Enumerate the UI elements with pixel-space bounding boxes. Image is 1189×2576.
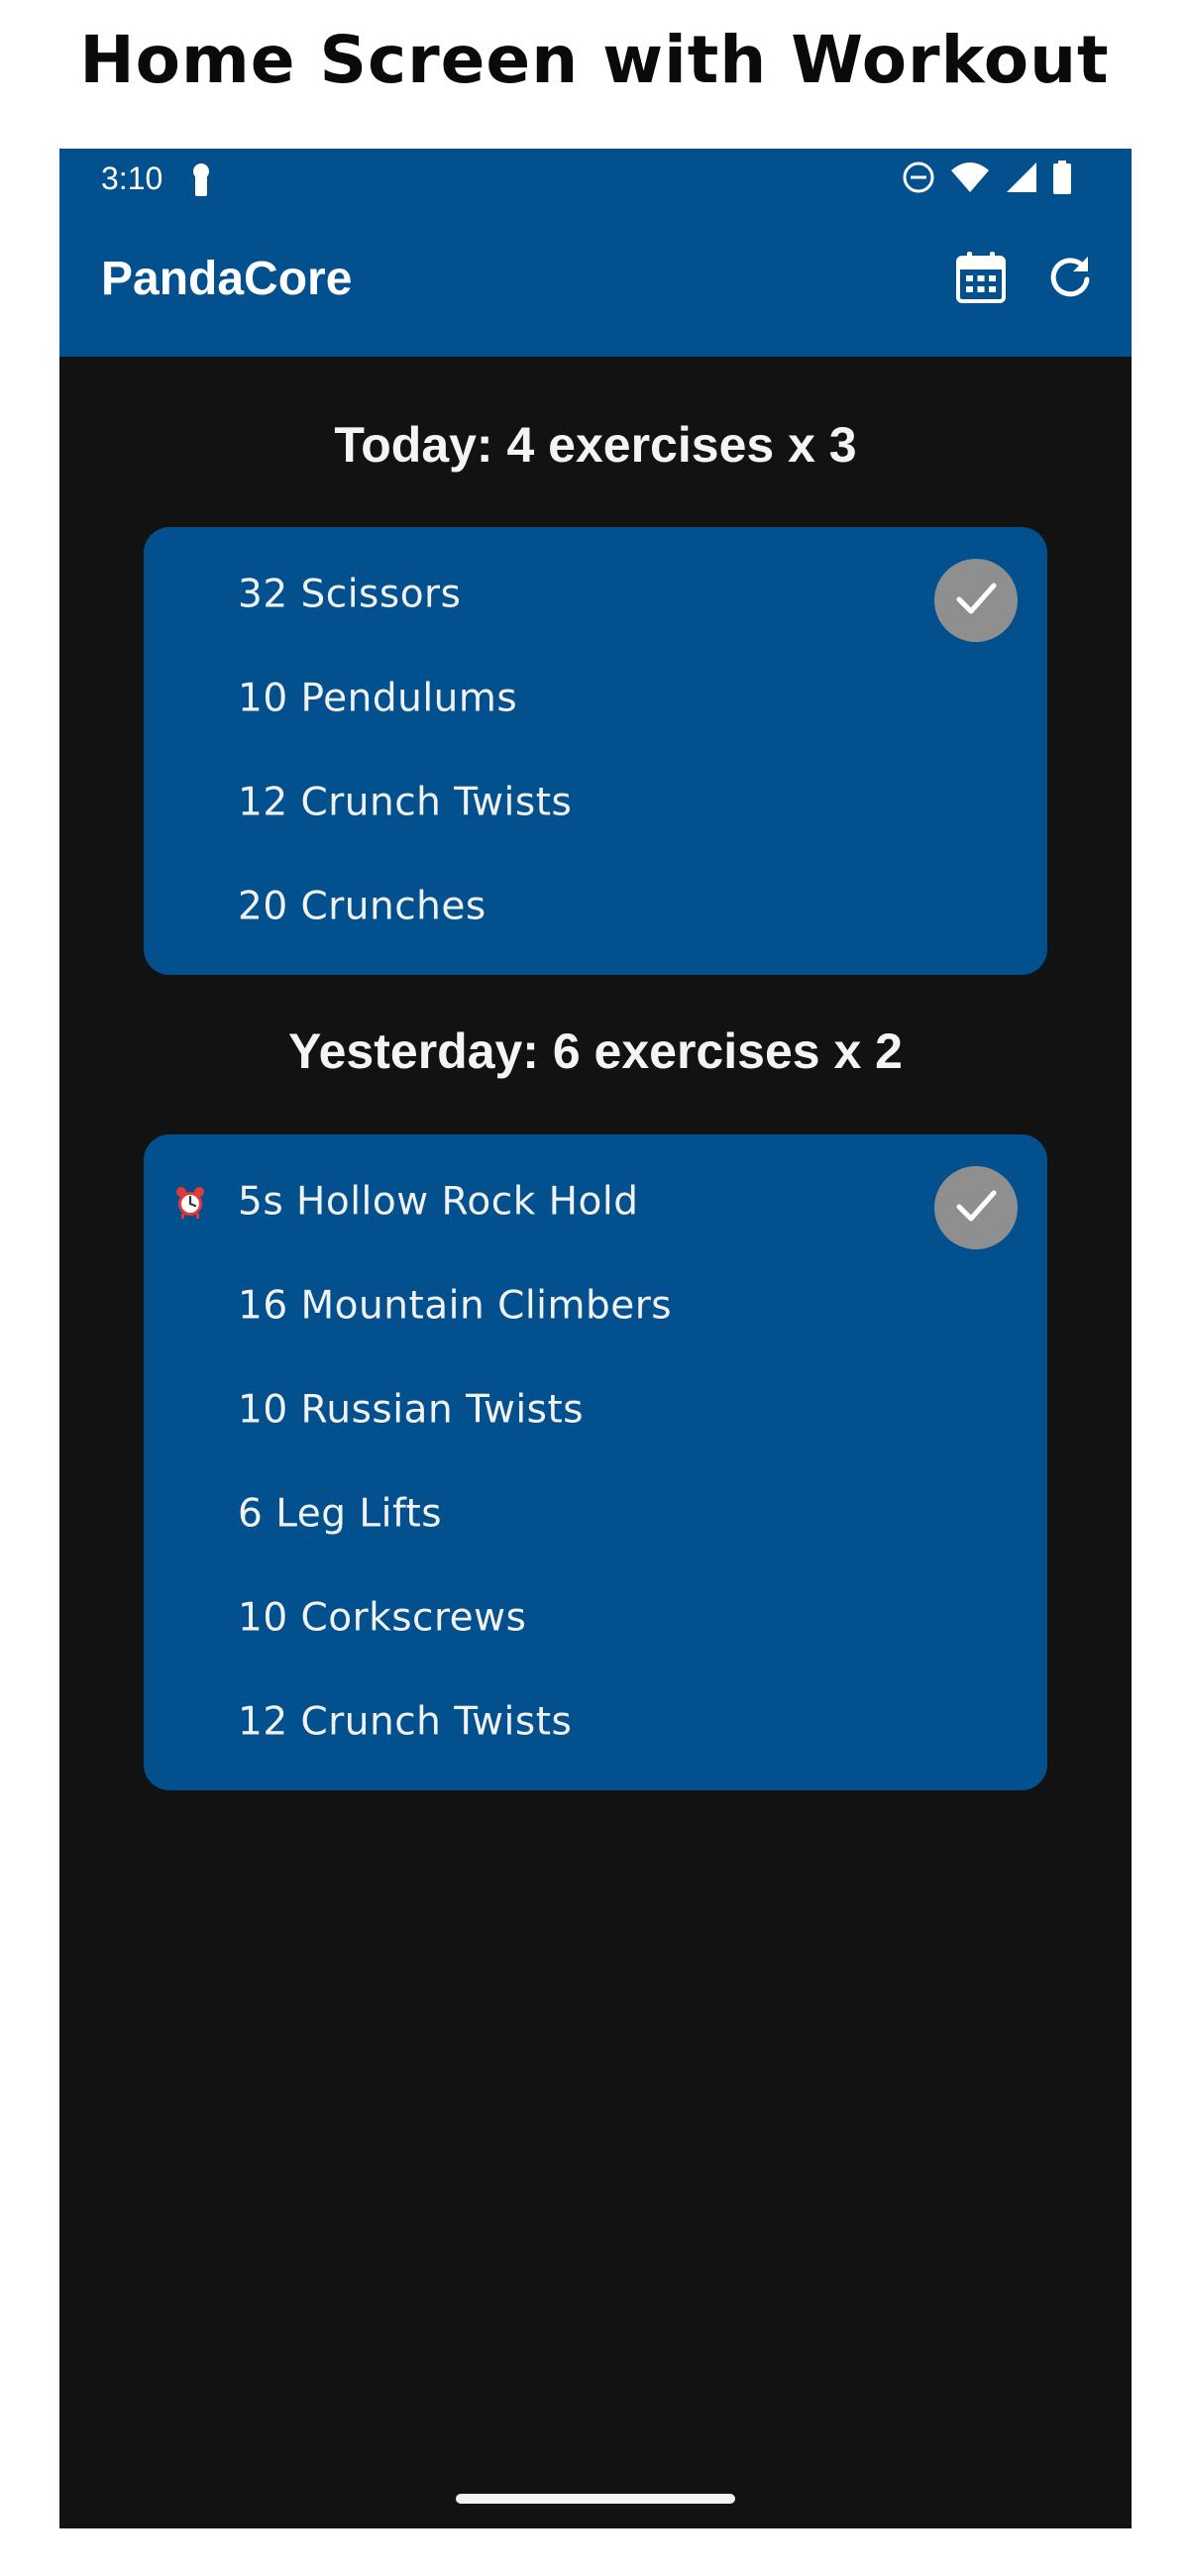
complete-button[interactable] [934,1166,1018,1249]
lock-icon [190,162,212,200]
calendar-icon [955,251,1007,308]
exercise-label: 6 Leg Lifts [238,1491,443,1536]
app-bar: 3:10 PandaCore [59,149,1132,357]
alarm-clock-icon [173,1185,207,1219]
exercise-label: 10 Russian Twists [238,1387,585,1432]
yesterday-workout-card[interactable]: 5s Hollow Rock Hold 16 Mountain Climbers… [144,1134,1047,1790]
wifi-icon [949,161,991,198]
exercise-label: 10 Corkscrews [238,1595,527,1640]
status-time: 3:10 [101,161,163,196]
do-not-disturb-icon [902,161,935,198]
exercise-label: 20 Crunches [238,884,486,928]
exercise-row: 12 Crunch Twists [144,750,1047,854]
exercise-row: 10 Russian Twists [144,1357,1047,1461]
phone-screen: 3:10 PandaCore Today: 4 exercises x 3 32… [59,149,1132,2528]
today-workout-card[interactable]: 32 Scissors 10 Pendulums 12 Crunch Twist… [144,527,1047,975]
exercise-row: 10 Pendulums [144,646,1047,750]
exercise-row: 20 Crunches [144,854,1047,958]
exercise-row: 6 Leg Lifts [144,1461,1047,1565]
complete-button[interactable] [934,559,1018,642]
checkmark-icon [953,1183,999,1233]
status-bar: 3:10 [59,149,1132,210]
exercise-row: 12 Crunch Twists [144,1669,1047,1773]
battery-icon [1052,161,1072,198]
refresh-icon [1046,254,1094,305]
home-indicator[interactable] [456,2494,735,2504]
checkmark-icon [953,576,999,625]
today-heading: Today: 4 exercises x 3 [334,417,857,473]
screenshot-caption: Home Screen with Workout [79,22,1110,98]
exercise-label: 12 Crunch Twists [238,1699,573,1744]
exercise-row: 16 Mountain Climbers [144,1253,1047,1357]
calendar-button[interactable] [951,250,1011,309]
exercise-label: 12 Crunch Twists [238,780,573,824]
signal-icon [1005,161,1038,198]
exercise-row: 5s Hollow Rock Hold [144,1149,1047,1253]
yesterday-heading: Yesterday: 6 exercises x 2 [288,1023,903,1079]
refresh-button[interactable] [1040,250,1100,309]
exercise-label: 10 Pendulums [238,676,518,720]
exercise-row: 32 Scissors [144,542,1047,646]
exercise-label: 32 Scissors [238,572,462,616]
app-title: PandaCore [101,253,353,305]
exercise-row: 10 Corkscrews [144,1565,1047,1669]
status-icons [902,161,1072,198]
exercise-label: 16 Mountain Climbers [238,1283,673,1328]
exercise-label: 5s Hollow Rock Hold [238,1179,639,1224]
